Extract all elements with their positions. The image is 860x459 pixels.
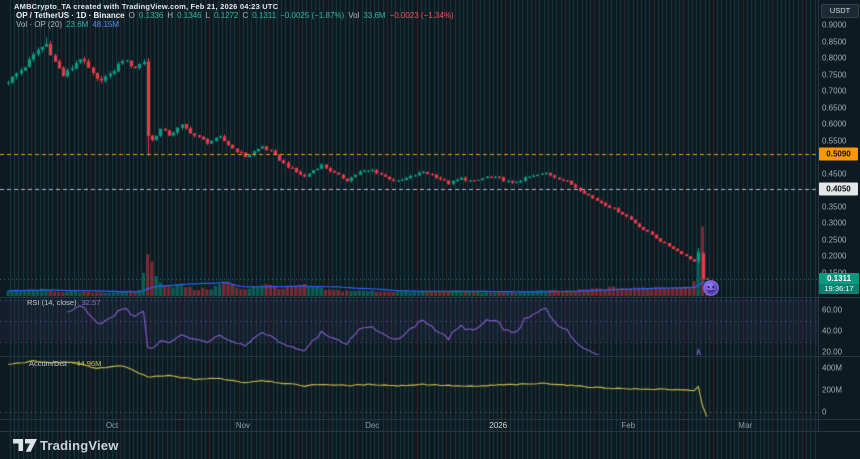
price-tick: 0.2500 [822, 235, 847, 245]
open-value: 0.1336 [138, 11, 164, 20]
rsi-tick: 60.00 [822, 305, 843, 315]
price-tick: 0.5500 [822, 136, 847, 146]
vol-change-value: −0.0023 (−1.34%) [389, 11, 454, 20]
rsi-value: 32.57 [81, 298, 101, 307]
volume-indicator-title[interactable]: Vol · OP (20) [16, 20, 62, 29]
accdist-legend: Accum/Dist −44.96M [29, 359, 101, 368]
tradingview-logo-icon[interactable] [12, 437, 38, 454]
price-tick: 0.8000 [822, 53, 847, 63]
currency-toggle-button[interactable]: USDT [821, 4, 859, 18]
watermark: AMBCrypto_TA created with TradingView.co… [14, 2, 279, 11]
price-tick: 0.7000 [822, 86, 847, 96]
volume-ma-value: 48.15M [92, 20, 120, 29]
high-label: H [167, 11, 174, 20]
last-price-value: 0.1311 [819, 273, 859, 285]
price-tick: 0.8500 [822, 37, 847, 47]
vol-value: 33.6M [363, 11, 386, 20]
rsi-title[interactable]: RSI (14, close) [27, 298, 77, 307]
symbol-title[interactable]: OP / TetherUS · 1D · Binance [16, 11, 125, 20]
time-axis-label: Dec [365, 421, 380, 430]
close-label: C [242, 11, 249, 20]
accdist-title[interactable]: Accum/Dist [29, 359, 67, 368]
close-value: 0.1311 [252, 11, 277, 20]
price-tick: 0.6000 [822, 119, 847, 129]
footer-bar: TradingView [0, 432, 860, 459]
bar-countdown: 19:36:17 [819, 284, 859, 295]
alert-price-label-upper[interactable]: 0.5090 [819, 147, 858, 161]
price-tick: 0.3000 [822, 218, 847, 228]
alert-price-label-lower[interactable]: 0.4050 [819, 182, 858, 196]
accdist-value: −44.96M [71, 359, 102, 368]
time-axis-label: Nov [235, 421, 251, 430]
time-axis-label: Feb [621, 421, 636, 430]
accdist-tick: 400M [822, 363, 843, 373]
accdist-tick: 200M [822, 385, 843, 395]
time-axis-separator [0, 419, 860, 420]
tradingview-wordmark[interactable]: TradingView [40, 438, 119, 453]
low-label: L [205, 11, 211, 20]
high-value: 0.1346 [177, 11, 202, 20]
rsi-legend: RSI (14, close) 32.57 [27, 298, 100, 307]
volume-current-value: 23.6M [66, 20, 89, 29]
volume-indicator-legend: Vol · OP (20) 23.6M 48.15M [16, 20, 119, 29]
last-price-label: 0.1311 19:36:17 [819, 273, 859, 295]
price-tick: 0.9000 [822, 20, 847, 30]
tradingview-chart-window: AMBCrypto_TA created with TradingView.co… [0, 0, 860, 459]
time-axis-label: Oct [105, 421, 119, 430]
low-value: 0.1272 [214, 11, 239, 20]
rsi-tick: 40.00 [822, 326, 843, 336]
price-tick: 0.4500 [822, 169, 847, 179]
price-tick: 0.7500 [822, 70, 847, 80]
price-tick: 0.6500 [822, 103, 847, 113]
accdist-tick: 0 [822, 407, 827, 417]
time-axis-label: 2026 [489, 421, 508, 430]
price-tick: 0.2000 [822, 251, 847, 261]
price-scale-separator [818, 0, 819, 432]
time-axis-label: Mar [738, 421, 753, 430]
pane-separator-accdist[interactable] [0, 356, 860, 357]
change-value: −0.0025 (−1.87%) [280, 11, 345, 20]
chart-canvas[interactable] [0, 0, 860, 459]
symbol-legend: OP / TetherUS · 1D · Binance O 0.1336 H … [16, 11, 454, 20]
price-tick: 0.3500 [822, 202, 847, 212]
vol-label: Vol [348, 11, 360, 20]
purple-emoji-marker[interactable] [702, 279, 720, 297]
pane-separator-rsi[interactable] [0, 297, 860, 298]
open-label: O [128, 11, 135, 20]
